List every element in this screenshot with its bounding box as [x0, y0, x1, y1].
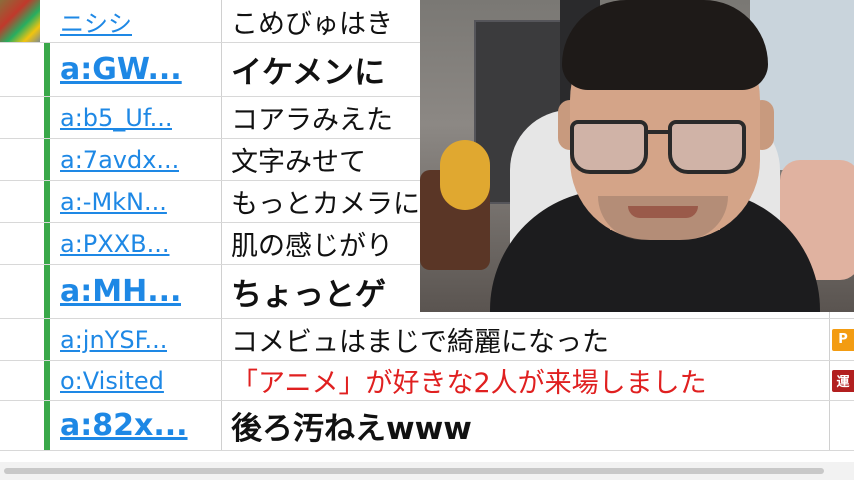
webcam-overlay — [420, 0, 854, 312]
comment-user-link[interactable]: a:GW... — [60, 52, 182, 87]
comment-user-link[interactable]: a:7avdx... — [60, 146, 179, 174]
system-message: 「アニメ」が好きな2人が来場しました — [231, 368, 707, 399]
comment-message: コメビュはまじで綺麗になった — [231, 327, 609, 358]
comment-row[interactable]: a:jnYSF... コメビュはまじで綺麗になった P — [0, 319, 854, 361]
comment-user-link[interactable]: o:Visited — [60, 367, 164, 395]
comment-marker — [44, 223, 50, 264]
comment-marker — [44, 401, 50, 450]
comment-marker — [44, 43, 50, 96]
user-avatar — [0, 0, 40, 42]
stuffed-toy — [440, 140, 490, 210]
glasses — [570, 120, 648, 174]
comment-user-link[interactable]: a:PXXB... — [60, 230, 170, 258]
comment-marker — [44, 181, 50, 222]
horizontal-scrollbar[interactable] — [0, 462, 854, 480]
comment-marker — [44, 361, 50, 400]
comment-marker — [44, 265, 50, 318]
comment-user-link[interactable]: a:82x... — [60, 408, 188, 443]
comment-marker — [44, 139, 50, 180]
comment-message: 後ろ汚ねえwww — [231, 411, 472, 447]
operator-badge: 運 — [832, 369, 854, 392]
comment-user-link[interactable]: a:MH... — [60, 274, 181, 309]
comment-row[interactable]: a:82x... 後ろ汚ねえwww — [0, 401, 854, 451]
comment-marker — [44, 319, 50, 360]
comment-user-link[interactable]: ニシシ — [60, 4, 132, 39]
comment-user-link[interactable]: a:jnYSF... — [60, 326, 167, 354]
comment-row[interactable]: o:Visited 「アニメ」が好きな2人が来場しました 運 — [0, 361, 854, 401]
premium-badge: P — [832, 328, 854, 351]
scrollbar-thumb[interactable] — [4, 468, 824, 474]
comment-user-link[interactable]: a:b5_Uf... — [60, 104, 172, 132]
comment-marker — [44, 97, 50, 138]
comment-user-link[interactable]: a:-MkN... — [60, 188, 167, 216]
